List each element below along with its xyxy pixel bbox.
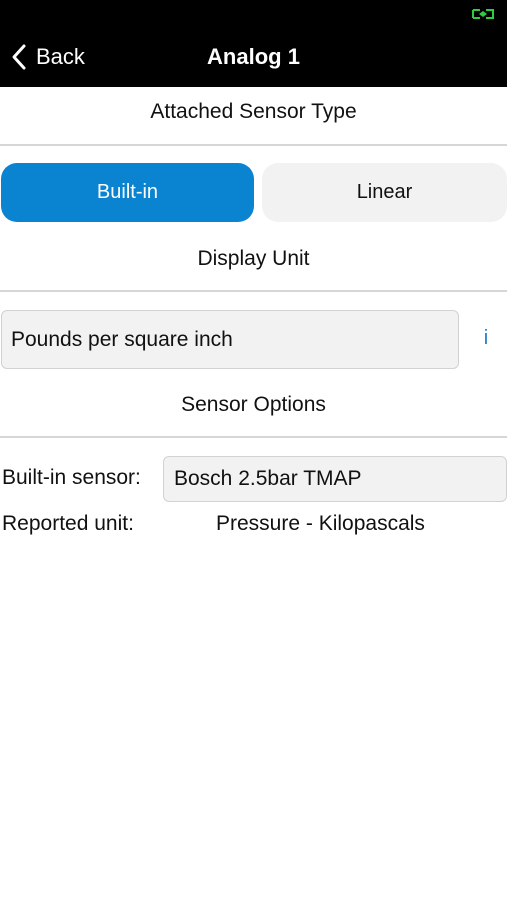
built-in-sensor-label: Built-in sensor: [2,466,141,489]
built-in-sensor-select[interactable]: Bosch 2.5bar TMAP [163,456,507,502]
built-in-sensor-value: Bosch 2.5bar TMAP [174,467,362,490]
display-unit-select[interactable]: Pounds per square inch [1,310,459,369]
page-title: Analog 1 [207,44,300,69]
battery-charging-icon [472,9,494,19]
display-unit-value: Pounds per square inch [11,327,233,351]
segment-linear[interactable]: Linear [262,163,507,222]
segment-built-in[interactable]: Built-in [1,163,254,222]
info-button[interactable]: i [478,327,494,350]
display-unit-header: Display Unit [197,247,310,270]
reported-unit-value: Pressure - Kilopascals [216,512,425,535]
divider [0,144,507,146]
attached-sensor-type-header: Attached Sensor Type [150,100,357,123]
reported-unit-label: Reported unit: [2,512,134,535]
divider [0,436,507,438]
divider [0,290,507,292]
navigation-bar: Back Analog 1 [0,0,507,87]
sensor-options-header: Sensor Options [181,393,326,416]
